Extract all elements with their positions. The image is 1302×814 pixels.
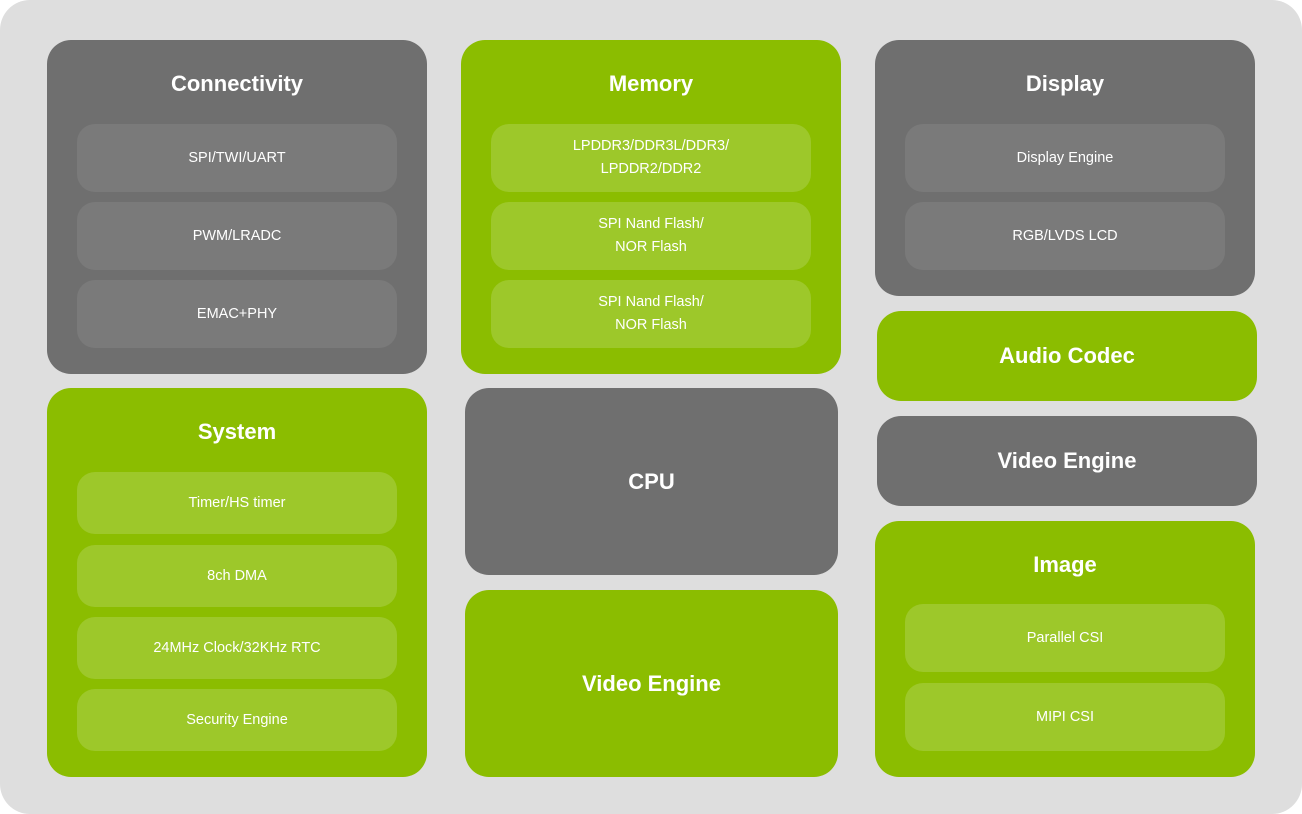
- block-title: Image: [1033, 552, 1097, 577]
- video-engine-right-block: Video Engine: [877, 416, 1257, 506]
- system-item: Timer/HS timer: [77, 472, 397, 534]
- connectivity-item: PWM/LRADC: [77, 202, 397, 270]
- cpu-block: CPU: [465, 388, 838, 575]
- system-item: 8ch DMA: [77, 545, 397, 607]
- memory-block: Memory LPDDR3/DDR3L/DDR3/ LPDDR2/DDR2 SP…: [461, 40, 841, 374]
- video-engine-center-block: Video Engine: [465, 590, 838, 777]
- memory-item: SPI Nand Flash/ NOR Flash: [491, 202, 811, 270]
- audio-codec-block: Audio Codec: [877, 311, 1257, 401]
- diagram-frame: Connectivity SPI/TWI/UART PWM/LRADC EMAC…: [0, 0, 1302, 814]
- block-title: Audio Codec: [999, 343, 1135, 368]
- block-title: Video Engine: [582, 670, 721, 696]
- connectivity-block: Connectivity SPI/TWI/UART PWM/LRADC EMAC…: [47, 40, 427, 374]
- memory-item: SPI Nand Flash/ NOR Flash: [491, 280, 811, 348]
- display-item: Display Engine: [905, 124, 1225, 192]
- image-item: Parallel CSI: [905, 604, 1225, 672]
- connectivity-item: EMAC+PHY: [77, 280, 397, 348]
- block-title: System: [197, 419, 277, 444]
- block-title: Video Engine: [997, 448, 1137, 473]
- image-block: Image Parallel CSI MIPI CSI: [875, 521, 1255, 777]
- block-title: Display: [1025, 71, 1105, 96]
- connectivity-item: SPI/TWI/UART: [77, 124, 397, 192]
- memory-item: LPDDR3/DDR3L/DDR3/ LPDDR2/DDR2: [491, 124, 811, 192]
- display-block: Display Display Engine RGB/LVDS LCD: [875, 40, 1255, 296]
- block-title: Connectivity: [170, 71, 304, 96]
- system-block: System Timer/HS timer 8ch DMA 24MHz Cloc…: [47, 388, 427, 777]
- image-item: MIPI CSI: [905, 683, 1225, 751]
- block-title: CPU: [628, 468, 675, 494]
- system-item: 24MHz Clock/32KHz RTC: [77, 617, 397, 679]
- block-title: Memory: [608, 71, 694, 96]
- system-item: Security Engine: [77, 689, 397, 751]
- display-item: RGB/LVDS LCD: [905, 202, 1225, 270]
